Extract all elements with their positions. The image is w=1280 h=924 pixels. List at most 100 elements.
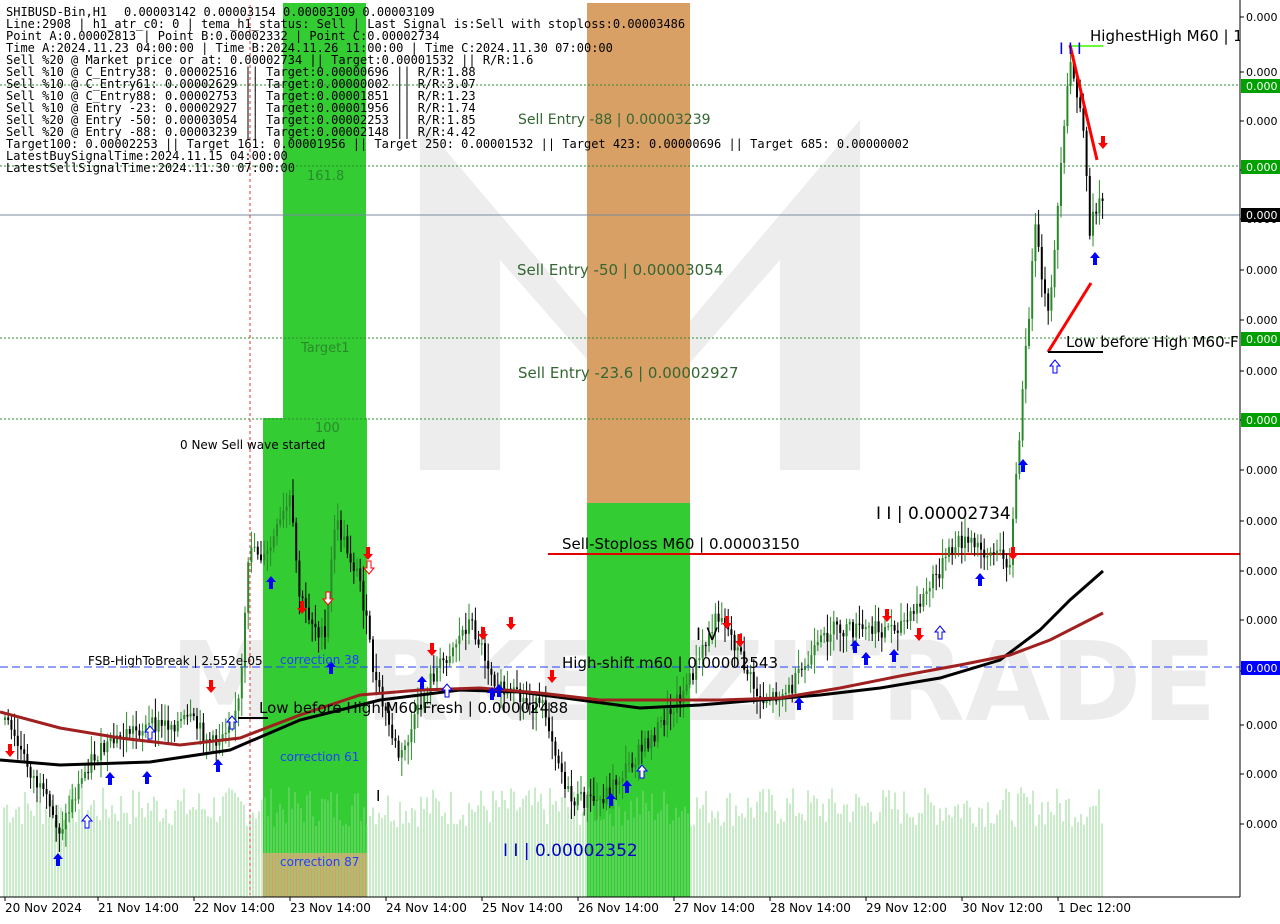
candle-body [653,735,656,742]
candle-body [922,594,925,607]
candle-body [672,712,675,714]
candle-body [967,536,970,543]
candle-body [621,778,624,782]
candle-body [634,764,637,768]
candle-body [631,763,634,768]
candle-body [548,717,550,732]
candle-body [368,615,371,640]
price-axis[interactable]: 0.0000.0000.0000.0000.0000.0000.0000.000… [1239,0,1280,920]
candle-body [487,660,490,669]
candle-body [567,786,570,790]
candle-body [320,626,323,638]
candle-body [148,723,150,725]
candle-body [592,795,595,802]
candle-body [397,740,400,758]
candle-body [1050,287,1053,311]
sell-stoploss-label: Sell-Stoploss M60 | 0.00003150 [562,535,800,553]
candle-body [1037,224,1040,247]
candle-body [868,626,870,628]
candle-body [583,792,586,808]
time-axis[interactable]: 20 Nov 2024 21 Nov 14:00 22 Nov 14:00 23 No… [0,896,1240,915]
candle-body [983,549,986,558]
candle-body [912,611,915,614]
candle-body [928,588,931,592]
candle-body [362,581,365,611]
candle-body [1079,97,1082,109]
candle-body [1028,318,1030,346]
candle-body [100,742,102,761]
candle-body [816,642,819,646]
candle-body [247,562,250,613]
candle-body [151,717,154,724]
candle-body [189,713,192,717]
time-tick-label: 20 Nov 2024 [5,901,82,915]
candle-body [170,724,173,730]
time-tick-label: 1 Dec 12:00 [1058,901,1131,915]
candle-body [74,799,77,801]
fsb-label: FSB-HighToBreak | 2.552e-05 [88,654,263,668]
candle-body [903,620,906,622]
candle-body [1031,261,1034,319]
candle-body [845,624,848,637]
wave-marker-label: I [1077,39,1082,58]
candle-body [692,673,694,680]
candle-body [602,799,605,804]
candle-body [439,658,442,669]
candle-body [359,568,362,582]
candle-body [935,573,938,575]
candle-body [1085,130,1088,177]
candle-body [87,772,90,774]
candle-body [676,694,678,713]
candle-body [253,546,256,548]
candle-body [308,607,310,620]
candle-body [858,623,861,625]
candle-body [996,550,998,554]
candle-body [167,720,170,730]
candle-body [279,519,282,525]
trading-chart[interactable]: MARKETZITRADE SHIBUSD-Bin,H1 0.00003142 … [0,0,1280,920]
candle-body [471,619,474,621]
candle-body [970,537,973,543]
candle-body [164,720,166,726]
candle-body [586,794,589,808]
candle-body [580,792,582,794]
price-tick-label: 0.000 [1246,115,1278,128]
iv-label: I V [696,625,718,645]
candle-body [1063,126,1066,163]
candle-body [186,714,189,717]
candle-body [324,626,326,638]
candle-body [192,713,195,717]
time-tick-label: 22 Nov 14:00 [194,901,275,915]
candle-body [900,620,902,633]
candle-body [884,626,886,638]
candle-body [128,729,131,734]
candle-body [650,735,653,749]
candle-body [132,726,134,734]
time-tick-label: 24 Nov 14:00 [386,901,467,915]
candle-body [554,741,557,756]
candle-body [477,639,480,645]
candle-body [285,506,288,511]
candle-body [560,763,563,772]
candle-body [1015,473,1018,519]
candle-body [26,753,29,767]
candle-body [1034,224,1037,262]
price-tick-label: 0.000 [1246,314,1278,327]
price-tick-label: 0.000 [1246,719,1278,732]
chart-canvas[interactable]: MARKETZITRADE SHIBUSD-Bin,H1 0.00003142 … [0,0,1280,920]
candle-body [10,720,13,730]
candle-body [596,799,598,802]
candle-body [551,731,554,742]
candle-body [452,647,454,657]
candle-body [314,623,317,628]
candle-body [410,729,413,743]
candle-body [196,716,198,729]
candle-body [7,717,10,721]
time-tick-label: 21 Nov 14:00 [98,901,179,915]
wave-marker-label: I [376,787,380,805]
candle-body [29,766,32,778]
candle-body [848,622,851,625]
candle-body [612,779,614,796]
candle-body [442,658,445,661]
candle-body [106,741,109,753]
